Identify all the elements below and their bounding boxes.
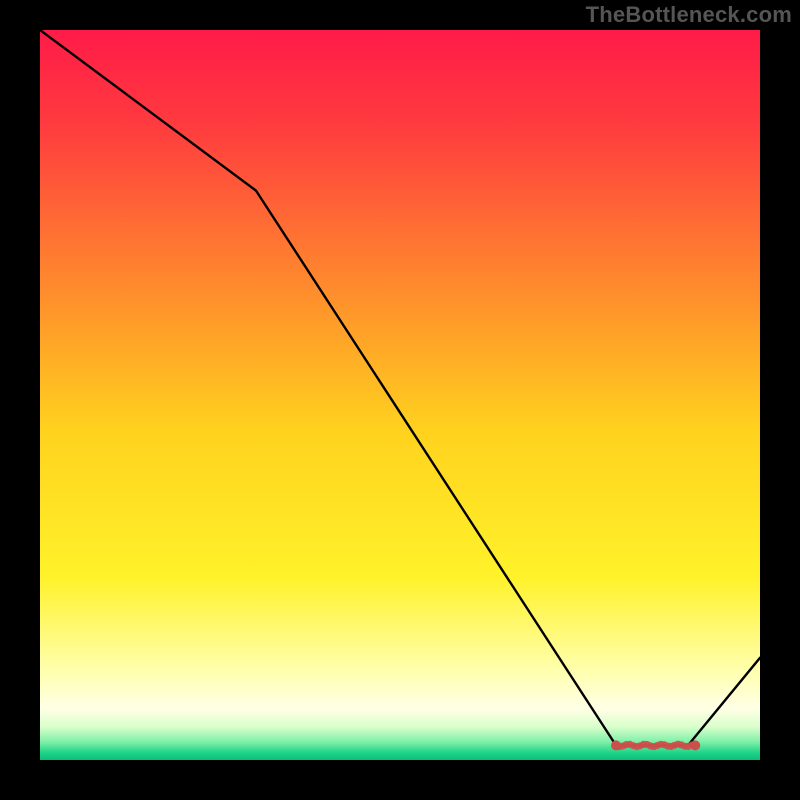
watermark-text: TheBottleneck.com [586,2,792,28]
chart-frame: TheBottleneck.com [0,0,800,800]
plot-area [40,30,760,760]
plot-svg [40,30,760,760]
